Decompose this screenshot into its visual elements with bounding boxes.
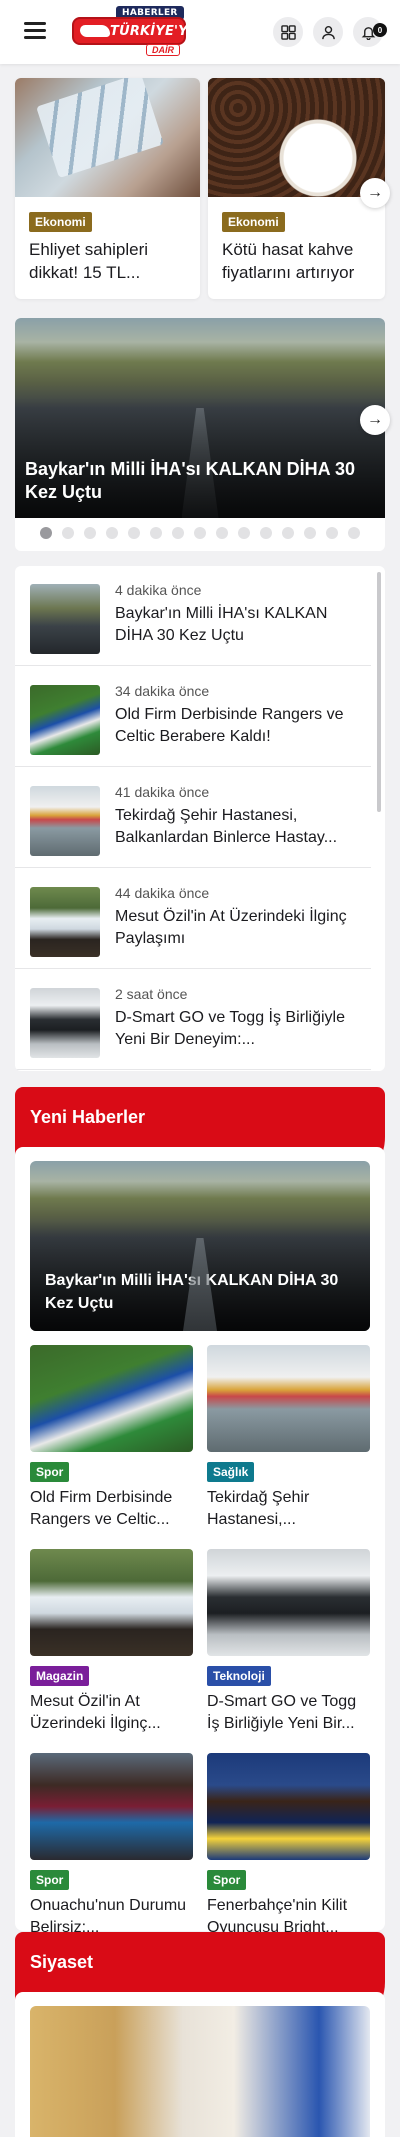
- notification-count-badge: 0: [373, 23, 387, 37]
- list-item-thumbnail: [30, 786, 100, 856]
- grid-news-card[interactable]: Magazin Mesut Özil'in At Üzerindeki İlgi…: [30, 1549, 193, 1739]
- featured-news-card[interactable]: [30, 2006, 370, 2137]
- list-item-time: 4 dakika önce: [115, 582, 202, 598]
- featured-news-card[interactable]: Baykar'ın Milli İHA'sı KALKAN DİHA 30 Ke…: [30, 1161, 370, 1331]
- grid-news-image: [207, 1345, 370, 1452]
- slider-dot[interactable]: [282, 527, 294, 539]
- list-item-title[interactable]: Tekirdağ Şehir Hastanesi, Balkanlardan B…: [115, 805, 360, 849]
- news-card-title[interactable]: Ehliyet sahipleri dikkat! 15 TL...: [29, 238, 189, 284]
- list-item[interactable]: 44 dakika önce Mesut Özil'in At Üzerinde…: [15, 869, 371, 969]
- arrow-right-icon: →: [367, 184, 383, 201]
- list-item[interactable]: 41 dakika önce Tekirdağ Şehir Hastanesi,…: [15, 768, 371, 868]
- category-badge[interactable]: Ekonomi: [29, 212, 92, 232]
- section-body: Baykar'ın Milli İHA'sı KALKAN DİHA 30 Ke…: [15, 1147, 385, 1936]
- news-card-title[interactable]: Kötü hasat kahve fiyatlarını artırıyor: [222, 238, 382, 284]
- featured-news-title[interactable]: Baykar'ın Milli İHA'sı KALKAN DİHA 30 Ke…: [45, 1269, 355, 1315]
- slider-dot[interactable]: [172, 527, 184, 539]
- new-news-section: Yeni Haberler Baykar'ın Milli İHA'sı KAL…: [15, 1087, 385, 1936]
- grid-news-card[interactable]: Spor Old Firm Derbisinde Rangers ve Celt…: [30, 1345, 193, 1535]
- grid-news-card[interactable]: Teknoloji D-Smart GO ve Togg İş Birliğiy…: [207, 1549, 370, 1739]
- grid-news-card[interactable]: Spor Fenerbahçe'nin Kilit Oyuncusu Brigh…: [207, 1753, 370, 1943]
- list-item[interactable]: 34 dakika önce Old Firm Derbisinde Range…: [15, 667, 371, 767]
- grid-news-title[interactable]: Tekirdağ Şehir Hastanesi,...: [207, 1487, 370, 1531]
- list-item-title[interactable]: Mesut Özil'in At Üzerindeki İlginç Payla…: [115, 906, 360, 950]
- news-card[interactable]: Ekonomi Kötü hasat kahve fiyatlarını art…: [208, 78, 385, 299]
- turkey-map-icon: [80, 25, 110, 37]
- list-item-thumbnail: [30, 685, 100, 755]
- list-item-title[interactable]: Baykar'ın Milli İHA'sı KALKAN DİHA 30 Ke…: [115, 603, 360, 647]
- slider-dot[interactable]: [348, 527, 360, 539]
- list-item-time: 34 dakika önce: [115, 683, 210, 699]
- slider-dot[interactable]: [150, 527, 162, 539]
- category-badge[interactable]: Ekonomi: [222, 212, 285, 232]
- grid-news-title[interactable]: D-Smart GO ve Togg İş Birliğiyle Yeni Bi…: [207, 1691, 370, 1735]
- notification-button[interactable]: 0: [353, 17, 387, 47]
- scrollbar[interactable]: [377, 572, 381, 812]
- menu-icon[interactable]: [24, 22, 46, 40]
- slider-dot[interactable]: [260, 527, 272, 539]
- logo-sub-text: DAİR: [146, 44, 180, 56]
- list-item[interactable]: 4 dakika önce Baykar'ın Milli İHA'sı KAL…: [15, 566, 371, 666]
- list-item[interactable]: 2 saat önce D-Smart GO ve Togg İş Birliğ…: [15, 970, 371, 1070]
- grid-news-image: [207, 1753, 370, 1860]
- category-badge[interactable]: Spor: [207, 1870, 247, 1890]
- list-item-time: 44 dakika önce: [115, 885, 210, 901]
- category-badge[interactable]: Spor: [30, 1462, 70, 1482]
- recent-news-list: 4 dakika önce Baykar'ın Milli İHA'sı KAL…: [15, 566, 385, 1071]
- slider-dot[interactable]: [62, 527, 74, 539]
- grid-news-title[interactable]: Mesut Özil'in At Üzerindeki İlginç...: [30, 1691, 193, 1735]
- news-card-image: [208, 78, 385, 197]
- list-item-time: 2 saat önce: [115, 986, 188, 1002]
- category-badge[interactable]: Teknoloji: [207, 1666, 271, 1686]
- slider-title[interactable]: Baykar'ın Milli İHA'sı KALKAN DİHA 30 Ke…: [25, 458, 375, 504]
- grid-news-card[interactable]: Spor Onuachu'nun Durumu Belirsiz:...: [30, 1753, 193, 1943]
- section-title[interactable]: Siyaset: [30, 1952, 93, 1973]
- list-item-time: 41 dakika önce: [115, 784, 210, 800]
- section-body: [15, 1992, 385, 2137]
- user-icon: [321, 25, 335, 39]
- slider-dot[interactable]: [194, 527, 206, 539]
- section-title[interactable]: Yeni Haberler: [30, 1107, 145, 1128]
- slider-dot[interactable]: [40, 527, 52, 539]
- grid-news-card[interactable]: Sağlık Tekirdağ Şehir Hastanesi,...: [207, 1345, 370, 1535]
- carousel-next-button[interactable]: →: [360, 178, 390, 208]
- grid-button[interactable]: [273, 17, 303, 47]
- slider-dot[interactable]: [216, 527, 228, 539]
- list-item-title[interactable]: D-Smart GO ve Togg İş Birliğiyle Yeni Bi…: [115, 1007, 360, 1051]
- politics-section: Siyaset: [15, 1932, 385, 2137]
- slider-dot[interactable]: [128, 527, 140, 539]
- site-logo[interactable]: HABERLER TÜRKİYE'YE DAİR: [70, 6, 197, 58]
- category-badge[interactable]: Magazin: [30, 1666, 90, 1686]
- arrow-right-icon: →: [367, 411, 383, 428]
- slider-next-button[interactable]: →: [360, 405, 390, 435]
- list-item-title[interactable]: Old Firm Derbisinde Rangers ve Celtic Be…: [115, 704, 360, 748]
- category-badge[interactable]: Sağlık: [207, 1462, 255, 1482]
- grid-news-image: [30, 1549, 193, 1656]
- grid-news-image: [30, 1345, 193, 1452]
- grid-news-image: [207, 1549, 370, 1656]
- slider-dot[interactable]: [106, 527, 118, 539]
- category-badge[interactable]: Spor: [30, 1870, 70, 1890]
- slider-dot[interactable]: [238, 527, 250, 539]
- logo-main-text: TÜRKİYE'YE: [110, 24, 197, 39]
- slider-dot[interactable]: [304, 527, 316, 539]
- list-item-thumbnail: [30, 988, 100, 1058]
- slider-dot[interactable]: [84, 527, 96, 539]
- logo-band: TÜRKİYE'YE: [72, 17, 197, 45]
- grid-news-title[interactable]: Old Firm Derbisinde Rangers ve Celtic...: [30, 1487, 193, 1531]
- user-button[interactable]: [313, 17, 343, 47]
- list-item-thumbnail: [30, 584, 100, 654]
- list-item-thumbnail: [30, 887, 100, 957]
- slider-dot[interactable]: [326, 527, 338, 539]
- news-card[interactable]: Ekonomi Ehliyet sahipleri dikkat! 15 TL.…: [15, 78, 200, 299]
- headline-slider[interactable]: Baykar'ın Milli İHA'sı KALKAN DİHA 30 Ke…: [15, 318, 385, 551]
- slider-pagination: [40, 527, 360, 539]
- site-header: HABERLER TÜRKİYE'YE DAİR 0: [0, 0, 400, 64]
- grid-news-image: [30, 1753, 193, 1860]
- news-card-image: [15, 78, 200, 197]
- grid-icon: [280, 24, 296, 40]
